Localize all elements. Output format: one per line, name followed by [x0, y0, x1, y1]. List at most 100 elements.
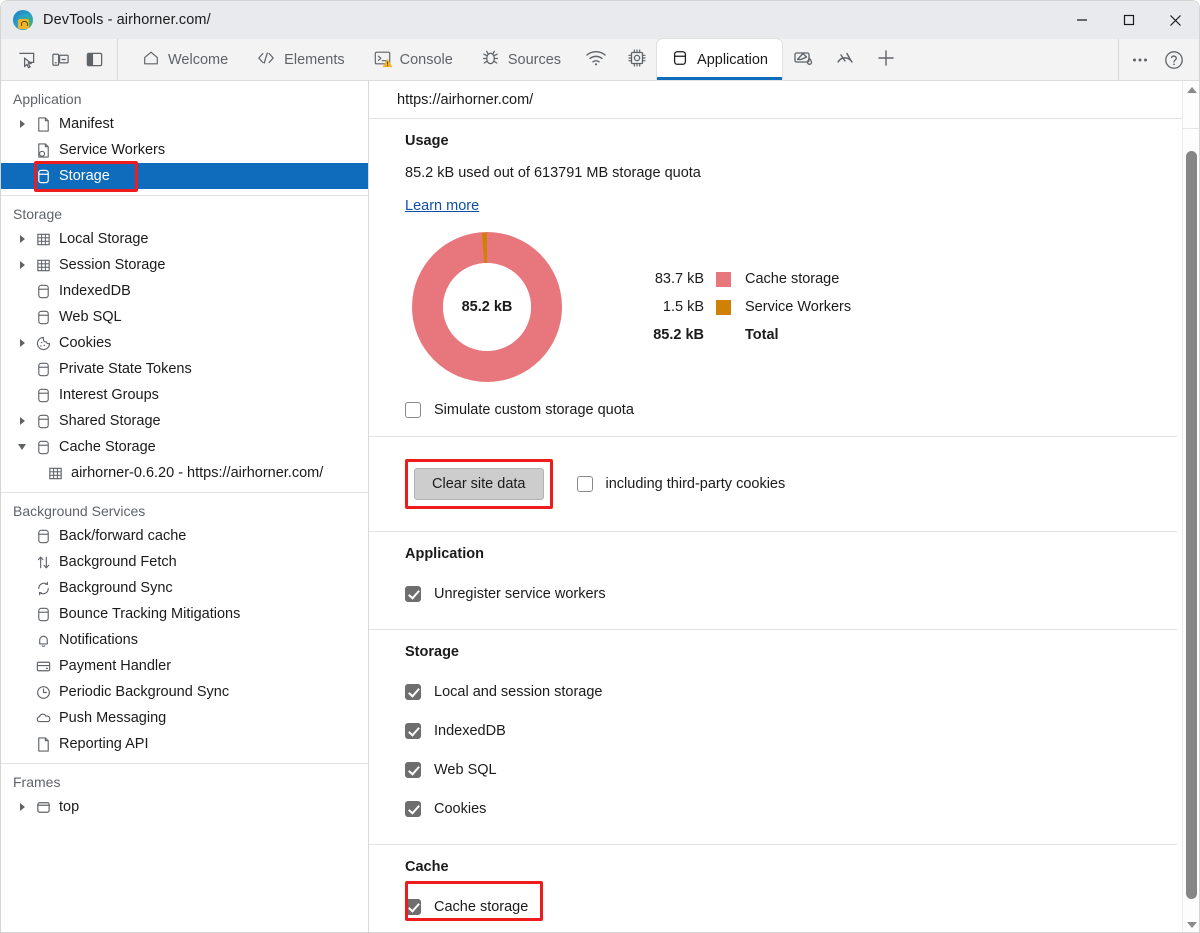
unregister-service-workers-label: Unregister service workers — [434, 586, 606, 602]
sidebar-item-cookies[interactable]: Cookies — [1, 330, 368, 356]
indexeddb-row[interactable]: IndexedDB — [405, 711, 1177, 750]
local-session-storage-row[interactable]: Local and session storage — [405, 672, 1177, 711]
sidebar-item-session-storage[interactable]: Session Storage — [1, 252, 368, 278]
indexeddb-checkbox[interactable] — [405, 723, 421, 739]
web-sql-row[interactable]: Web SQL — [405, 750, 1177, 789]
tab-welcome[interactable]: Welcome — [128, 39, 242, 80]
sidebar-item-interest-groups[interactable]: Interest Groups — [1, 382, 368, 408]
web-sql-checkbox[interactable] — [405, 762, 421, 778]
sidebar-item-reporting-api[interactable]: Reporting API — [1, 731, 368, 757]
sidebar-item-periodic-background-sync[interactable]: Periodic Background Sync — [1, 679, 368, 705]
tab-console[interactable]: Console — [359, 39, 467, 80]
sidebar-item-push-messaging[interactable]: Push Messaging — [1, 705, 368, 731]
tab-color-picker[interactable] — [782, 39, 824, 80]
minimize-icon[interactable] — [1058, 1, 1105, 39]
toolbar-right-icons — [1118, 39, 1199, 80]
tab-network[interactable] — [575, 39, 617, 80]
arrows-updown-icon — [31, 554, 55, 571]
devtools-body: Application Manifest Service Workers — [1, 81, 1199, 933]
database-icon — [31, 413, 55, 430]
legend-swatch-service-workers — [716, 300, 731, 315]
sidebar-item-background-fetch[interactable]: Background Fetch — [1, 549, 368, 575]
sidebar-item-label: Storage — [59, 169, 110, 184]
learn-more-link[interactable]: Learn more — [405, 198, 479, 214]
third-party-cookies-checkbox[interactable] — [577, 476, 593, 492]
main-vertical-scrollbar[interactable] — [1182, 81, 1199, 933]
application-sidebar: Application Manifest Service Workers — [1, 81, 369, 933]
add-panel-button[interactable] — [866, 39, 906, 80]
inspect-element-icon[interactable] — [9, 44, 43, 76]
clock-icon — [31, 684, 55, 701]
donut-center-label: 85.2 kB — [443, 263, 531, 351]
clear-site-data-button[interactable]: Clear site data — [414, 468, 544, 500]
device-emulation-icon[interactable] — [43, 44, 77, 76]
help-icon[interactable] — [1157, 44, 1191, 76]
sidebar-item-shared-storage[interactable]: Shared Storage — [1, 408, 368, 434]
tab-application[interactable]: Application — [657, 39, 782, 80]
close-icon[interactable] — [1152, 1, 1199, 39]
chevron-right-icon[interactable] — [13, 120, 31, 128]
sidebar-item-label: Shared Storage — [59, 414, 161, 429]
cookies-row[interactable]: Cookies — [405, 789, 1177, 828]
third-party-cookies-row[interactable]: including third-party cookies — [577, 476, 786, 492]
tab-elements[interactable]: Elements — [242, 39, 358, 80]
unregister-service-workers-row[interactable]: Unregister service workers — [405, 574, 1177, 613]
sidebar-item-indexeddb[interactable]: IndexedDB — [1, 278, 368, 304]
sidebar-item-label: Private State Tokens — [59, 362, 192, 377]
legend-total-value: 85.2 kB — [634, 327, 704, 343]
local-session-storage-checkbox[interactable] — [405, 684, 421, 700]
unregister-service-workers-checkbox[interactable] — [405, 586, 421, 602]
legend-item-total: 85.2 kB Total — [634, 321, 851, 349]
sidebar-item-storage[interactable]: Storage — [1, 163, 368, 189]
dock-side-icon[interactable] — [77, 44, 111, 76]
sidebar-item-label: Cookies — [59, 336, 111, 351]
database-icon — [31, 528, 55, 545]
cache-storage-checkbox[interactable] — [405, 899, 421, 915]
sidebar-item-local-storage[interactable]: Local Storage — [1, 226, 368, 252]
sidebar-item-bounce-tracking[interactable]: Bounce Tracking Mitigations — [1, 601, 368, 627]
database-icon — [31, 309, 55, 326]
sidebar-item-label: airhorner-0.6.20 - https://airhorner.com… — [71, 466, 323, 481]
home-icon — [142, 49, 160, 71]
sidebar-item-label: Web SQL — [59, 310, 122, 325]
scroll-down-arrow-icon[interactable] — [1183, 916, 1199, 933]
devtools-toolbar: Welcome Elements — [1, 39, 1199, 81]
sidebar-item-payment-handler[interactable]: Payment Handler — [1, 653, 368, 679]
sidebar-item-service-workers[interactable]: Service Workers — [1, 137, 368, 163]
tab-lighthouse[interactable] — [824, 39, 866, 80]
simulate-quota-row[interactable]: Simulate custom storage quota — [405, 402, 1177, 418]
sidebar-item-cache-entry[interactable]: airhorner-0.6.20 - https://airhorner.com… — [1, 460, 368, 486]
sidebar-item-private-state-tokens[interactable]: Private State Tokens — [1, 356, 368, 382]
sidebar-item-top-frame[interactable]: top — [1, 794, 368, 820]
legend-swatch-placeholder — [716, 328, 731, 343]
chevron-right-icon[interactable] — [13, 339, 31, 347]
sidebar-item-label: IndexedDB — [59, 284, 131, 299]
tab-performance[interactable] — [617, 39, 657, 80]
network-wifi-icon — [585, 48, 607, 71]
chevron-right-icon[interactable] — [13, 803, 31, 811]
sidebar-item-label: Back/forward cache — [59, 529, 186, 544]
chevron-right-icon[interactable] — [13, 417, 31, 425]
sidebar-item-notifications[interactable]: Notifications — [1, 627, 368, 653]
sidebar-item-web-sql[interactable]: Web SQL — [1, 304, 368, 330]
simulate-quota-checkbox[interactable] — [405, 402, 421, 418]
tab-sources[interactable]: Sources — [467, 39, 575, 80]
scroll-up-arrow-icon[interactable] — [1183, 81, 1199, 98]
table-grid-icon — [31, 231, 55, 248]
chevron-right-icon[interactable] — [13, 261, 31, 269]
chevron-down-icon[interactable] — [13, 444, 31, 450]
database-icon — [31, 606, 55, 623]
sidebar-item-background-sync[interactable]: Background Sync — [1, 575, 368, 601]
sidebar-item-cache-storage[interactable]: Cache Storage — [1, 434, 368, 460]
service-worker-icon — [31, 142, 55, 159]
sidebar-item-back-forward-cache[interactable]: Back/forward cache — [1, 523, 368, 549]
maximize-icon[interactable] — [1105, 1, 1152, 39]
chevron-right-icon[interactable] — [13, 235, 31, 243]
sidebar-item-manifest[interactable]: Manifest — [1, 111, 368, 137]
cookies-checkbox[interactable] — [405, 801, 421, 817]
legend-value: 1.5 kB — [634, 299, 704, 315]
sidebar-item-label: Background Fetch — [59, 555, 177, 570]
more-options-icon[interactable] — [1123, 44, 1157, 76]
cache-storage-row[interactable]: Cache storage — [405, 887, 1177, 926]
scrollbar-thumb[interactable] — [1186, 151, 1197, 899]
